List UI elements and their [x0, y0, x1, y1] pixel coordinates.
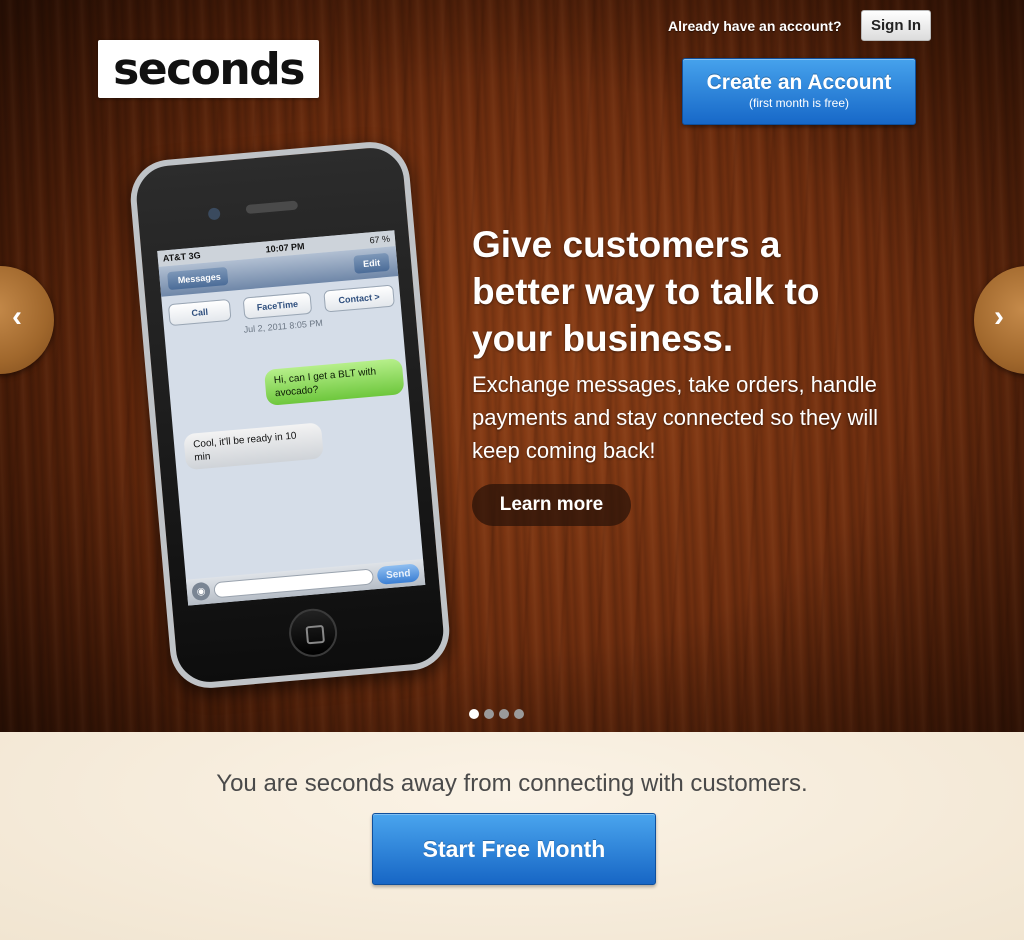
carousel-dot[interactable] [469, 709, 479, 719]
outgoing-message-bubble: Hi, can I get a BLT with avocado? [263, 358, 405, 406]
chevron-left-icon: ‹ [12, 300, 22, 333]
hero-carousel: seconds Already have an account? Sign In… [0, 0, 1024, 732]
cta-tagline: You are seconds away from connecting wit… [216, 770, 808, 797]
messages-back-button: Messages [167, 266, 229, 291]
create-account-sublabel: (first month is free) [748, 96, 850, 110]
cta-section: You are seconds away from connecting wit… [0, 732, 1024, 940]
send-button: Send [376, 563, 420, 585]
carousel-dot[interactable] [499, 709, 509, 719]
create-account-label: Create an Account [706, 71, 892, 94]
battery-label: 67 % [369, 233, 391, 246]
carousel-pagination [469, 709, 524, 719]
compose-input [213, 568, 375, 599]
edit-button: Edit [353, 252, 390, 274]
call-button: Call [167, 298, 232, 327]
create-account-button[interactable]: Create an Account (first month is free) [682, 58, 916, 125]
hero-subtext: Exchange messages, take orders, handle p… [472, 372, 879, 463]
camera-icon: ◉ [191, 581, 211, 602]
learn-more-button[interactable]: Learn more [472, 484, 631, 526]
hero-headline: Give customers a better way to talk to y… [472, 224, 820, 359]
camera-lens-icon [207, 207, 221, 221]
speaker-grille [245, 200, 299, 215]
facetime-button: FaceTime [242, 291, 313, 320]
carrier-label: AT&T 3G [162, 250, 202, 264]
carousel-next-button[interactable]: › [974, 266, 1024, 374]
home-button-icon [287, 606, 340, 659]
clock-label: 10:07 PM [265, 241, 305, 255]
carousel-dot[interactable] [484, 709, 494, 719]
chevron-right-icon: › [994, 300, 1004, 333]
phone-illustration: AT&T 3G 10:07 PM 67 % Messages Edit Call… [127, 138, 453, 692]
phone-screen: AT&T 3G 10:07 PM 67 % Messages Edit Call… [157, 230, 426, 606]
start-free-month-button[interactable]: Start Free Month [372, 813, 656, 885]
compose-bar: ◉ Send [185, 558, 426, 606]
logo[interactable]: seconds [98, 40, 319, 98]
contact-button: Contact > [323, 284, 395, 313]
carousel-dot[interactable] [514, 709, 524, 719]
sign-in-button[interactable]: Sign In [861, 10, 931, 41]
carousel-prev-button[interactable]: ‹ [0, 266, 54, 374]
incoming-message-bubble: Cool, it'll be ready in 10 min [183, 422, 324, 471]
account-prompt: Already have an account? [668, 18, 842, 34]
